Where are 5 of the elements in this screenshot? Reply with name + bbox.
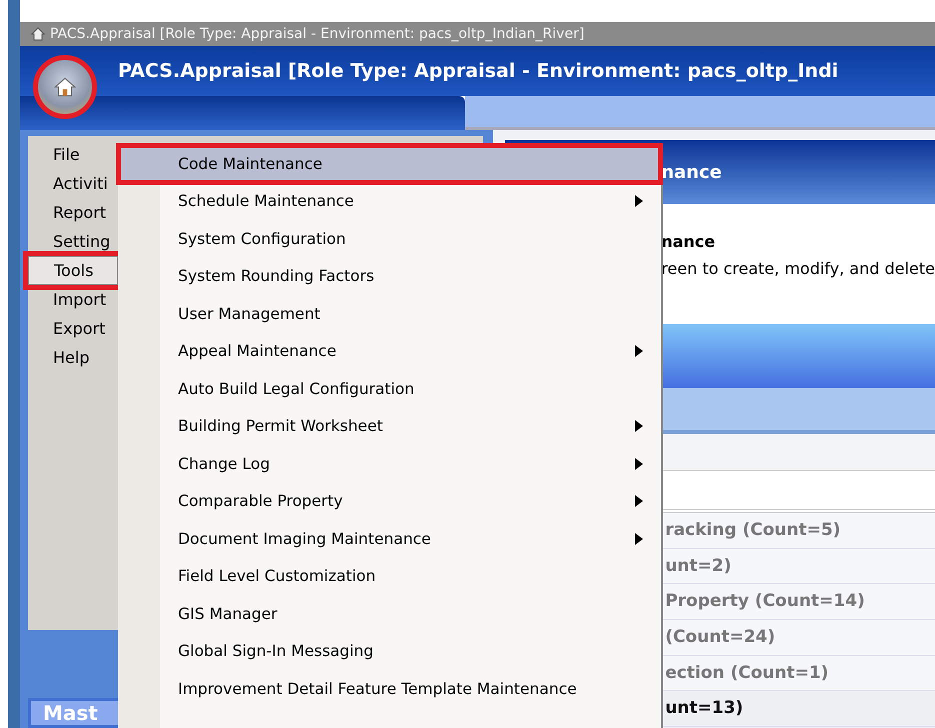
description-text: reen to create, modify, and delete xyxy=(661,259,935,278)
panel-title: nance xyxy=(660,162,722,182)
window-title: PACS.Appraisal [Role Type: Appraisal - Environment: pacs_oltp_Indian_River] xyxy=(50,26,584,42)
description-heading: nance xyxy=(661,232,716,251)
app-title: PACS.Appraisal [Role Type: Appraisal - Environment: pacs_oltp_Indi xyxy=(118,60,838,82)
